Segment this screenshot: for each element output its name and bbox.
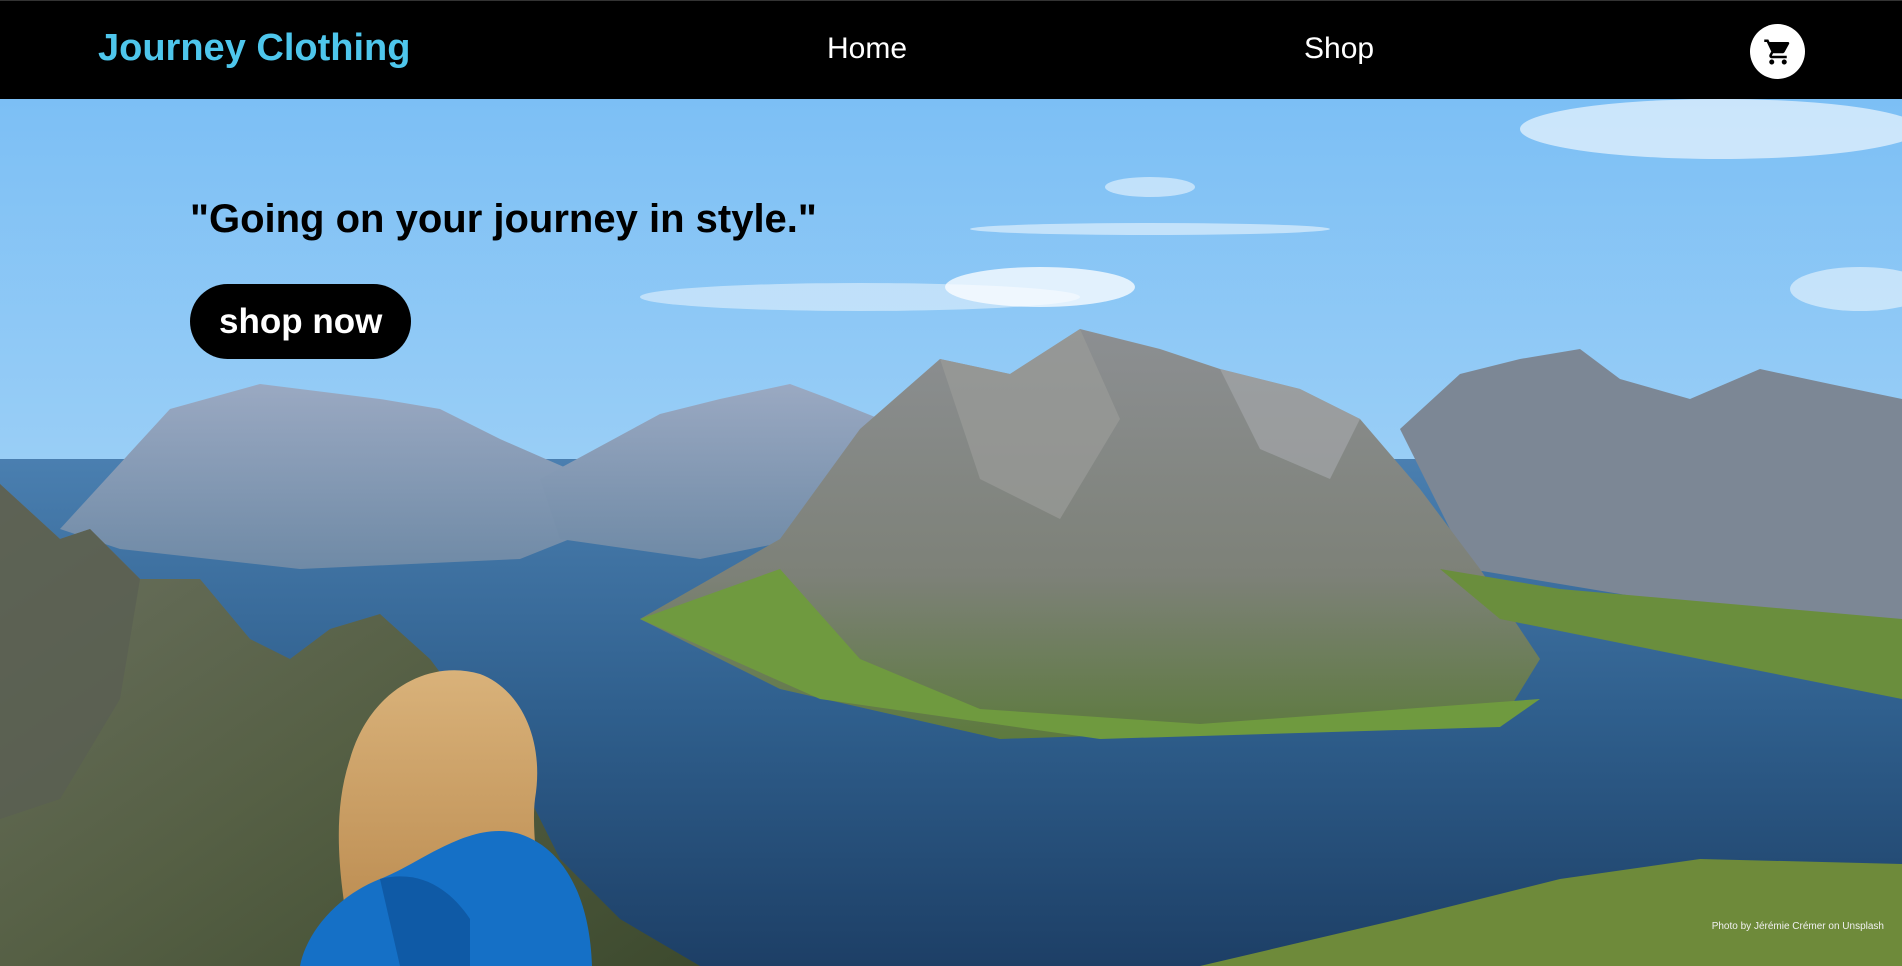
photo-credit: Photo by Jérémie Crémer on Unsplash <box>1711 921 1884 932</box>
hero-section: "Going on your journey in style." shop n… <box>0 99 1902 966</box>
shopping-cart-icon <box>1763 39 1789 64</box>
cart-button[interactable] <box>1750 24 1805 79</box>
nav-link-home[interactable]: Home <box>827 32 907 66</box>
navbar: Journey Clothing Home Shop <box>0 0 1902 99</box>
shop-now-button[interactable]: shop now <box>190 284 412 359</box>
nav-link-shop[interactable]: Shop <box>1304 32 1374 66</box>
hero-tagline: "Going on your journey in style." <box>190 197 817 241</box>
brand-logo-link[interactable]: Journey Clothing <box>98 27 410 70</box>
